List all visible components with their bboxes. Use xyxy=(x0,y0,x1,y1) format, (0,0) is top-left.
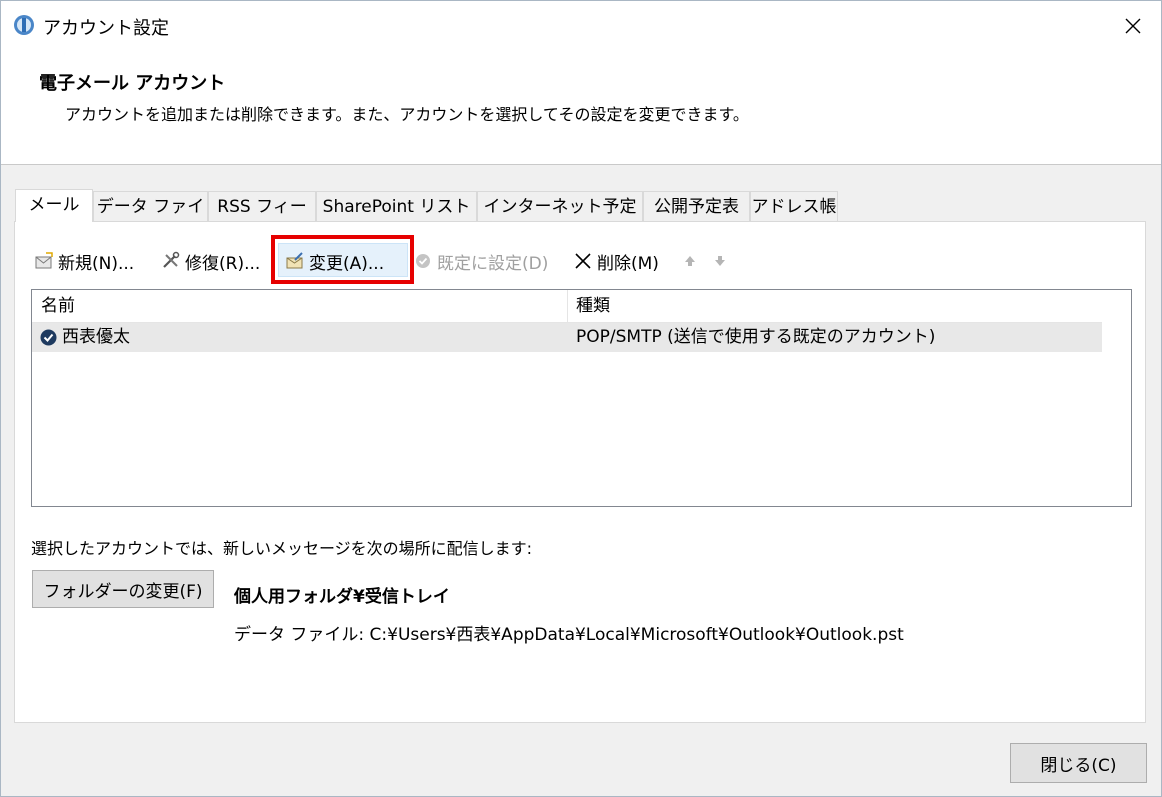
check-circle-disabled-icon xyxy=(416,254,430,268)
tab-published-calendars[interactable]: 公開予定表 xyxy=(643,191,750,221)
title-bar: アカウント設定 xyxy=(1,1,1161,51)
tab-mail[interactable]: メール xyxy=(15,189,93,222)
window-title: アカウント設定 xyxy=(43,18,169,39)
move-down-button[interactable] xyxy=(712,244,728,278)
repair-label: 修復(R)... xyxy=(185,253,261,274)
set-default-label: 既定に設定(D) xyxy=(437,253,549,274)
table-row[interactable]: 西表優太 POP/SMTP (送信で使用する既定のアカウント) xyxy=(32,323,1102,352)
new-mail-icon xyxy=(35,252,53,269)
tab-internet-calendars[interactable]: インターネット予定表 xyxy=(477,191,643,247)
header-title: 電子メール アカウント xyxy=(39,73,226,94)
data-file-path: データ ファイル: C:¥Users¥西表¥AppData¥Local¥Micr… xyxy=(234,625,904,645)
wrench-icon xyxy=(163,251,180,268)
account-settings-dialog: アカウント設定 電子メール アカウント アカウントを追加または削除できます。また… xyxy=(0,0,1162,797)
account-settings-icon xyxy=(14,15,34,35)
delivery-folder-name: 個人用フォルダ¥受信トレイ xyxy=(234,587,450,607)
change-folder-button[interactable]: フォルダーの変更(F) xyxy=(32,570,214,608)
account-name-cell: 西表優太 xyxy=(62,327,130,347)
new-account-button[interactable]: 新規(N)... xyxy=(34,244,134,278)
move-up-button[interactable] xyxy=(682,244,698,278)
arrow-up-icon xyxy=(685,256,695,266)
close-icon xyxy=(1125,18,1141,34)
delete-label: 削除(M) xyxy=(597,253,659,274)
tab-rss-feeds[interactable]: RSS フィード xyxy=(208,191,316,247)
column-header-type[interactable]: 種類 xyxy=(576,290,610,322)
account-list[interactable]: 名前 種類 西表優太 POP/SMTP (送信で使用する既定のアカウント) xyxy=(31,289,1132,507)
delivery-label: 選択したアカウントでは、新しいメッセージを次の場所に配信します: xyxy=(31,539,533,558)
close-button[interactable]: 閉じる(C) xyxy=(1010,743,1147,783)
repair-button[interactable]: 修復(R)... xyxy=(161,244,260,278)
tab-address-books[interactable]: アドレス帳 xyxy=(750,191,838,221)
default-account-check-icon xyxy=(40,329,57,346)
delete-x-icon xyxy=(575,253,591,269)
dialog-header: 電子メール アカウント アカウントを追加または削除できます。また、アカウントを選… xyxy=(1,51,1161,165)
delete-button[interactable]: 削除(M) xyxy=(573,244,659,278)
tab-sharepoint-lists[interactable]: SharePoint リスト xyxy=(316,191,477,221)
arrow-down-icon xyxy=(715,256,725,266)
account-type-cell: POP/SMTP (送信で使用する既定のアカウント) xyxy=(576,327,936,347)
close-window-button[interactable] xyxy=(1105,1,1161,51)
set-default-button[interactable]: 既定に設定(D) xyxy=(413,244,548,278)
tab-data-files[interactable]: データ ファイル xyxy=(93,191,208,247)
list-header: 名前 種類 xyxy=(32,290,1102,323)
column-separator xyxy=(567,290,568,322)
column-header-name[interactable]: 名前 xyxy=(41,290,75,322)
change-button-highlight xyxy=(271,235,414,284)
new-account-label: 新規(N)... xyxy=(58,253,135,274)
header-description: アカウントを追加または削除できます。また、アカウントを選択してその設定を変更でき… xyxy=(65,105,749,124)
